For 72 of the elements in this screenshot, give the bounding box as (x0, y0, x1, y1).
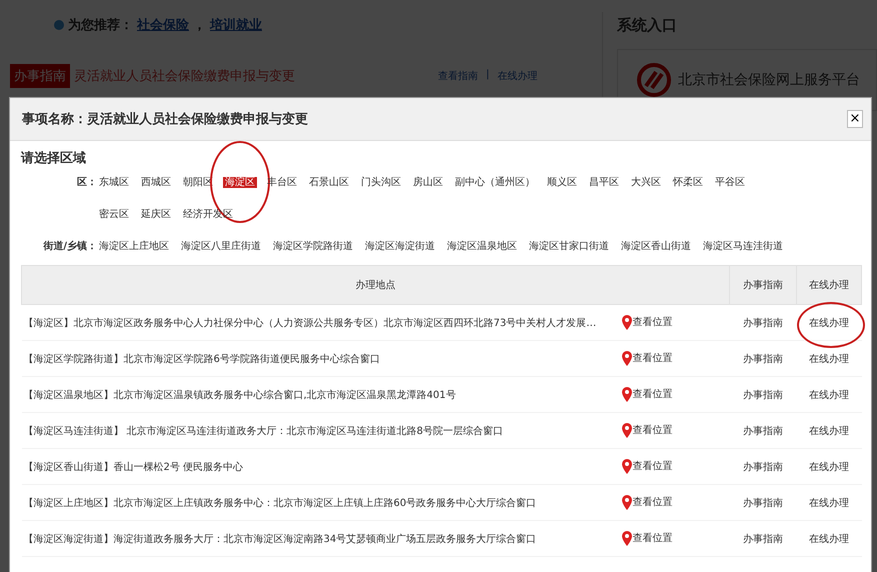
guide-link[interactable]: 办事指南 (743, 318, 783, 328)
separator: ， (193, 17, 206, 34)
location-text: 【海淀区上庄地区】北京市海淀区上庄镇政务服务中心：北京市海淀区上庄镇上庄路60号政务服务中心大厅综合窗口 (24, 496, 538, 510)
map-pin-icon[interactable] (622, 351, 632, 366)
district-option[interactable]: 大兴区 (629, 177, 663, 188)
location-text: 【海淀区】北京市海淀区政务服务中心人力社保分中心（人力资源公共服务专区）北京市海淀区西四环北路73号中关村人才发展… (24, 316, 598, 330)
column-header: 在线办理 (796, 266, 862, 304)
guide-link[interactable]: 办事指南 (743, 354, 783, 364)
view-location-link[interactable]: 查看位置 (632, 459, 672, 473)
online-link[interactable]: 在线办理 (809, 388, 849, 402)
district-option[interactable]: 顺义区 (545, 177, 579, 188)
street-option[interactable]: 海淀区温泉地区 (445, 237, 519, 257)
district-label: 区： (76, 176, 97, 190)
column-header: 办理地点 (22, 266, 730, 304)
online-link[interactable]: 在线办理 (809, 532, 849, 546)
street-option[interactable]: 海淀区学院路街道 (271, 237, 355, 257)
district-option[interactable]: 门头沟区 (359, 177, 403, 188)
street-option[interactable]: 海淀区甘家口街道 (527, 237, 611, 257)
district-option[interactable]: 密云区 (97, 209, 131, 220)
district-option[interactable]: 海淀区 (223, 177, 257, 188)
street-option[interactable]: 海淀区香山街道 (619, 237, 693, 257)
view-location-link[interactable]: 查看位置 (632, 423, 672, 437)
street-option[interactable]: 海淀区上庄地区 (97, 237, 171, 257)
street-option[interactable]: 海淀区八里庄街道 (179, 237, 263, 257)
dialog-title: 事项名称：灵活就业人员社会保险缴费申报与变更 (22, 110, 308, 128)
guide-link[interactable]: 办事指南 (743, 390, 783, 400)
recommend-label: 为您推荐： (68, 17, 133, 34)
map-pin-icon[interactable] (622, 423, 632, 438)
guide-link[interactable]: 办事指南 (743, 426, 783, 436)
view-location-link[interactable]: 查看位置 (632, 315, 672, 329)
district-option[interactable]: 平谷区 (713, 177, 747, 188)
district-option[interactable]: 副中心（通州区） (453, 177, 537, 188)
online-link[interactable]: 在线办理 (809, 316, 849, 330)
section-title: 系统入口 (617, 15, 678, 35)
view-location-link[interactable]: 查看位置 (632, 495, 672, 509)
location-text: 【海淀区香山街道】香山一棵松2号 便民服务中心 (24, 460, 244, 474)
column-header: 办事指南 (730, 266, 796, 304)
view-location-link[interactable]: 查看位置 (632, 387, 672, 401)
item-title: 灵活就业人员社会保险缴费申报与变更 (74, 68, 296, 85)
view-location-link[interactable]: 查看位置 (632, 531, 672, 545)
online-link[interactable]: 在线办理 (809, 496, 849, 510)
street-label: 街道/乡镇： (42, 240, 97, 254)
district-option[interactable]: 西城区 (139, 177, 173, 188)
map-pin-icon[interactable] (622, 495, 632, 510)
location-text: 【海淀区海淀街道】海淀街道政务服务大厅：北京市海淀区海淀南路34号艾瑟顿商业广场五层政务服务大厅综合窗口 (24, 532, 538, 546)
district-option[interactable]: 东城区 (97, 177, 131, 188)
map-pin-icon[interactable] (622, 459, 632, 474)
location-text: 【海淀区温泉地区】北京市海淀区温泉镇政务服务中心综合窗口,北京市海淀区温泉黑龙潭路401号 (24, 388, 457, 402)
online-link[interactable]: 在线办理 (809, 424, 849, 438)
close-button[interactable]: × (847, 110, 863, 128)
view-location-link[interactable]: 查看位置 (632, 351, 672, 365)
guide-link[interactable]: 办事指南 (743, 462, 783, 472)
location-text: 【海淀区学院路街道】北京市海淀区学院路6号学院路街道便民服务中心综合窗口 (24, 352, 381, 366)
separator: | (486, 69, 490, 82)
guide-link[interactable]: 办事指南 (743, 534, 783, 544)
online-link[interactable]: 在线办理 (809, 352, 849, 366)
platform-name: 北京市社会保险网上服务平台 (678, 71, 860, 89)
map-pin-icon[interactable] (622, 387, 632, 402)
district-option[interactable]: 怀柔区 (671, 177, 705, 188)
district-option[interactable]: 石景山区 (307, 177, 351, 188)
map-pin-icon[interactable] (622, 531, 632, 546)
district-option[interactable]: 延庆区 (139, 209, 173, 220)
section-heading: 请选择区域 (21, 150, 87, 167)
street-option[interactable]: 海淀区海淀街道 (363, 237, 437, 257)
guide-link[interactable]: 办事指南 (743, 498, 783, 508)
street-option[interactable]: 海淀区马连洼街道 (701, 237, 785, 257)
district-option[interactable]: 房山区 (411, 177, 445, 188)
online-link[interactable]: 在线办理 (809, 460, 849, 474)
location-text: 【海淀区马连洼街道】 北京市海淀区马连洼街道政务大厅：北京市海淀区马连洼街道北路8号院一层综合窗口 (24, 424, 504, 438)
district-option[interactable]: 经济开发区 (181, 209, 235, 220)
map-pin-icon[interactable] (622, 315, 632, 330)
district-option[interactable]: 昌平区 (587, 177, 621, 188)
